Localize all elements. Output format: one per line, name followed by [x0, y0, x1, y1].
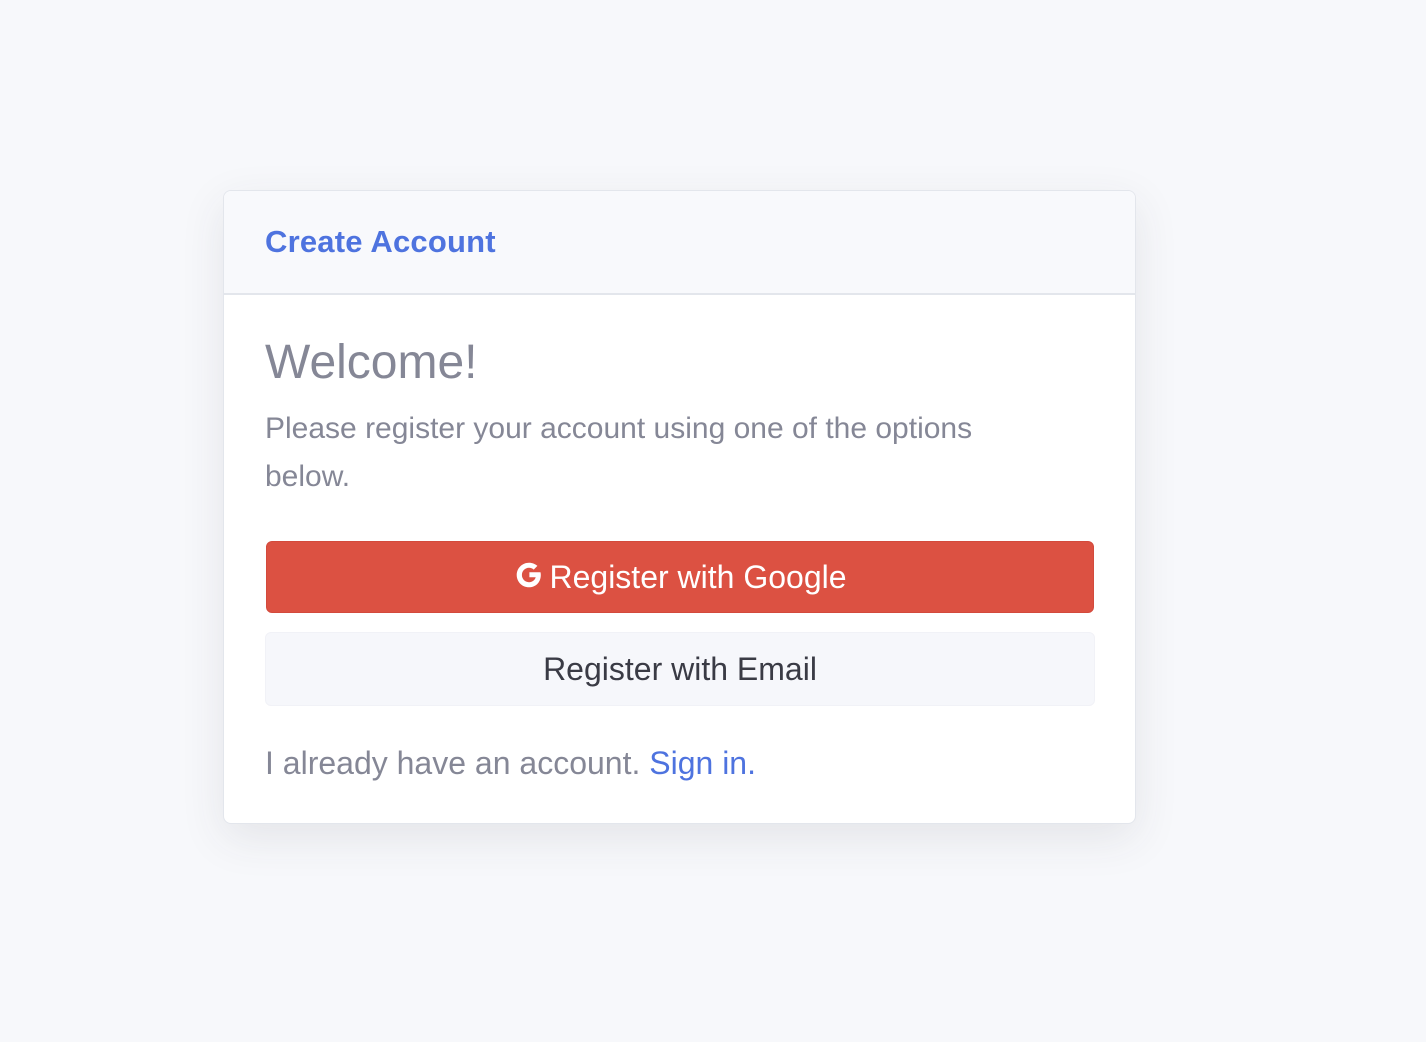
signin-link[interactable]: Sign in. — [649, 745, 756, 781]
signin-prompt: I already have an account. — [265, 745, 641, 781]
register-google-label: Register with Google — [549, 558, 847, 595]
signin-line: I already have an account. Sign in. — [265, 743, 1094, 783]
welcome-heading: Welcome! — [265, 336, 478, 389]
register-google-button[interactable]: Register with Google — [266, 541, 1094, 613]
register-email-label: Register with Email — [543, 650, 817, 687]
card-title: Create Account — [265, 224, 496, 259]
google-g-icon — [513, 559, 545, 591]
card-header: Create Account — [224, 191, 1135, 295]
card-body: Welcome! Please register your account us… — [224, 295, 1135, 783]
register-card: Create Account Welcome! Please register … — [223, 190, 1136, 824]
register-email-button[interactable]: Register with Email — [265, 632, 1095, 706]
page-background: Create Account Welcome! Please register … — [0, 0, 1426, 1042]
intro-text: Please register your account using one o… — [265, 412, 973, 493]
